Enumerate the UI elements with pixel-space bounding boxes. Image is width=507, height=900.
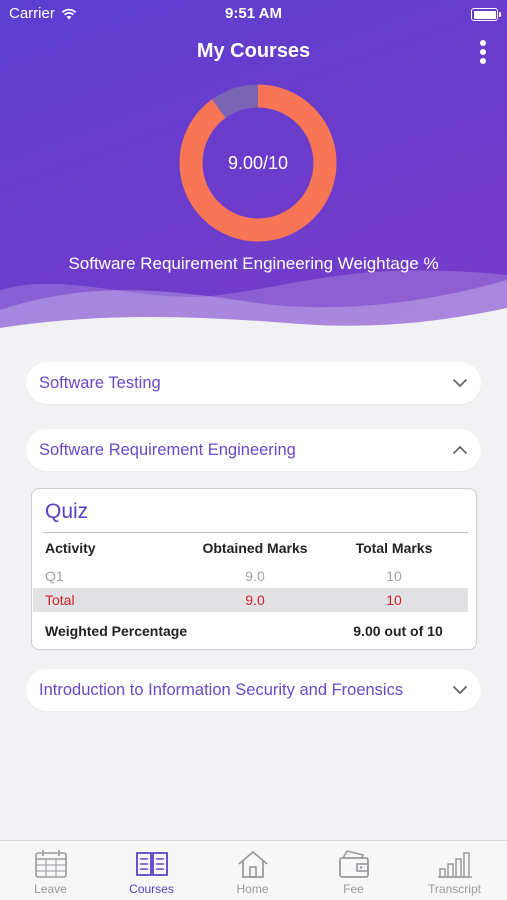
weighted-percentage-row: Weighted Percentage 9.00 out of 10 [33,619,468,643]
course-name: Software Requirement Engineering [39,440,296,459]
home-icon [237,850,268,878]
book-icon [135,852,168,876]
tab-label: Leave [34,882,67,896]
course-accordion-information-security[interactable]: Introduction to Information Security and… [26,669,481,711]
header: Carrier 9:51 AM My Courses 9.00/10 Softw… [0,0,507,340]
tab-label: Home [236,882,269,896]
battery-icon [471,8,501,21]
obtained-cell: 9.0 [245,568,265,584]
tab-bar: Leave Courses Home Fee Transcript [0,840,507,900]
quiz-title: Quiz [45,500,89,523]
status-bar: Carrier 9:51 AM [0,0,507,28]
total-cell: 10 [386,568,402,584]
column-header-activity: Activity [45,540,96,556]
tab-leave[interactable]: Leave [0,841,101,900]
weighted-label: Weighted Percentage [45,623,188,639]
page-title: My Courses [196,40,311,62]
table-total-row: Total 9.0 10 [33,588,468,612]
course-name: Software Testing [39,373,161,392]
tab-label: Courses [129,882,174,896]
chart-caption: Software Requirement Engineering Weighta… [68,254,439,273]
donut-value-label: 9.00/10 [227,152,289,173]
tab-fee[interactable]: Fee [303,841,404,900]
total-obtained: 9.0 [245,592,265,608]
course-accordion-software-testing[interactable]: Software Testing [26,362,481,404]
table-row: Q1 9.0 10 [33,564,468,588]
column-header-obtained: Obtained Marks [202,540,308,556]
bar-chart-icon [437,852,472,878]
chevron-down-icon [452,685,468,695]
course-name: Introduction to Information Security and… [39,680,404,699]
total-label: Total [45,592,75,608]
column-header-total: Total Marks [355,540,433,556]
tab-label: Transcript [428,882,481,896]
calendar-icon [34,850,67,878]
total-total: 10 [386,592,402,608]
tab-courses[interactable]: Courses [101,841,202,900]
table-header-row: Activity Obtained Marks Total Marks [33,536,468,560]
divider [43,532,468,533]
wallet-icon [338,850,369,878]
course-accordion-software-requirement-engineering[interactable]: Software Requirement Engineering [26,429,481,471]
weighted-value: 9.00 out of 10 [353,623,443,639]
activity-cell: Q1 [45,568,64,584]
quiz-card: Quiz Activity Obtained Marks Total Marks… [31,488,477,650]
chevron-down-icon [452,378,468,388]
chevron-up-icon [452,445,468,455]
tab-label: Fee [343,882,364,896]
tab-transcript[interactable]: Transcript [404,841,505,900]
kebab-menu-icon[interactable] [479,40,487,66]
tab-home[interactable]: Home [202,841,303,900]
status-time: 9:51 AM [225,5,282,22]
